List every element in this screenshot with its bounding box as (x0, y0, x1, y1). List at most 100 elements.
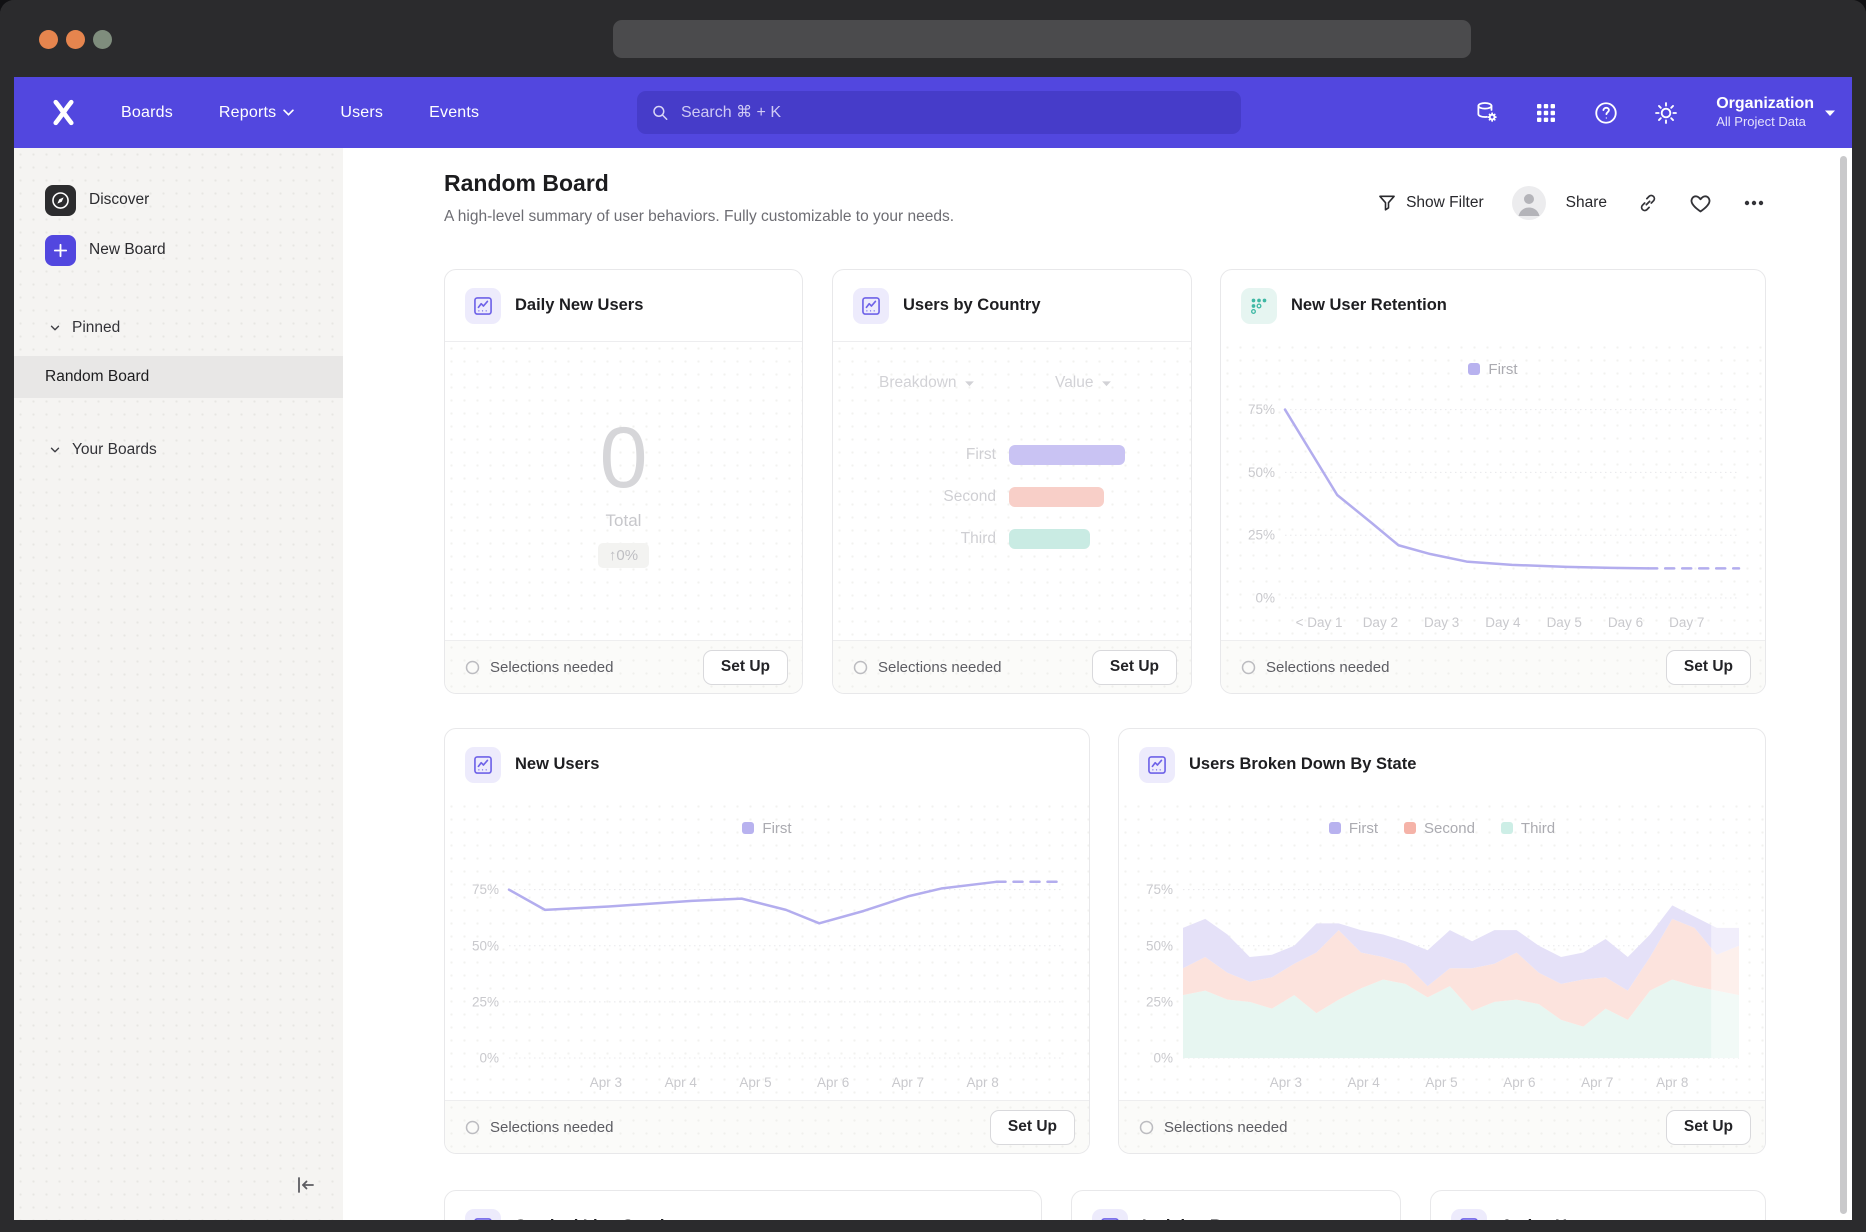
favorite-heart-icon[interactable] (1689, 192, 1712, 215)
traffic-light-zoom[interactable] (93, 30, 112, 49)
svg-text:75%: 75% (1248, 402, 1275, 417)
breakdown-dropdown[interactable]: Breakdown (879, 374, 975, 392)
chevron-down-icon (964, 380, 975, 387)
chevron-down-icon (1101, 380, 1112, 387)
nav-item-boards[interactable]: Boards (121, 104, 173, 122)
sidebar-item-discover[interactable]: Discover (45, 178, 343, 222)
sidebar-section-pinned[interactable]: Pinned (48, 308, 343, 348)
svg-text:< Day 1: < Day 1 (1296, 615, 1343, 630)
card-body: First75%50%25%0%< Day 1Day 2Day 3Day 4Da… (1221, 341, 1765, 640)
org-name: Organization (1716, 94, 1814, 114)
card-header: Users Broken Down By State (1119, 729, 1765, 800)
country-row: First (833, 434, 1191, 476)
card-body: First75%50%25%0%Apr 3Apr 4Apr 5Apr 6Apr … (445, 800, 1089, 1100)
card-header: Daily New Users (445, 270, 802, 342)
chevron-down-icon (283, 109, 294, 116)
traffic-light-minimize[interactable] (66, 30, 85, 49)
insights-chart-icon (465, 288, 501, 324)
compass-icon (45, 185, 76, 216)
svg-text:Apr 4: Apr 4 (1348, 1075, 1381, 1090)
window-frame-right (1852, 77, 1866, 1232)
svg-text:75%: 75% (1146, 882, 1173, 897)
country-breakdown-rows: FirstSecondThird (833, 434, 1191, 560)
svg-text:Day 3: Day 3 (1424, 615, 1459, 630)
card-users-by-state: Users Broken Down By State FirstSecondTh… (1118, 728, 1766, 1154)
svg-text:Apr 4: Apr 4 (665, 1075, 698, 1090)
insights-chart-icon (465, 747, 501, 783)
status-text: Selections needed (1266, 659, 1666, 676)
svg-text:Apr 3: Apr 3 (590, 1075, 622, 1090)
filter-funnel-icon (1377, 193, 1397, 213)
breakdown-bar (1009, 445, 1125, 465)
copy-link-icon[interactable] (1637, 192, 1659, 214)
card-new-users: New Users First75%50%25%0%Apr 3Apr 4Apr … (444, 728, 1090, 1154)
url-bar[interactable] (613, 20, 1471, 58)
card-footer: Selections needed Set Up (1221, 640, 1765, 693)
vertical-scrollbar[interactable] (1840, 156, 1847, 1214)
chevron-down-icon (48, 321, 62, 335)
metric-delta-badge: ↑0% (598, 543, 649, 568)
setup-button[interactable]: Set Up (1666, 1110, 1751, 1145)
svg-text:Day 7: Day 7 (1669, 615, 1704, 630)
svg-text:Day 2: Day 2 (1363, 615, 1398, 630)
setup-button[interactable]: Set Up (1092, 650, 1177, 685)
metric-label: Total (606, 511, 642, 531)
setup-button[interactable]: Set Up (1666, 650, 1751, 685)
person-icon (1512, 186, 1546, 220)
setup-button[interactable]: Set Up (703, 650, 788, 685)
sidebar-section-your-boards[interactable]: Your Boards (48, 430, 343, 470)
mixpanel-logo-icon[interactable] (50, 98, 77, 127)
state-breakdown-chart: FirstSecondThird75%50%25%0%Apr 3Apr 4Apr… (1119, 800, 1765, 1100)
help-icon[interactable] (1592, 99, 1620, 127)
sidebar-item-new-board[interactable]: New Board (45, 228, 343, 272)
svg-text:Apr 5: Apr 5 (1425, 1075, 1457, 1090)
card-footer: Selections needed Set Up (445, 640, 802, 693)
search-box[interactable] (637, 91, 1241, 134)
traffic-light-close[interactable] (39, 30, 58, 49)
sidebar-collapse-icon[interactable] (291, 1172, 317, 1198)
show-filter-button[interactable]: Show Filter (1377, 193, 1484, 213)
search-input[interactable] (679, 103, 1227, 123)
card-footer: Selections needed Set Up (445, 1100, 1089, 1153)
card-daily-new-users: Daily New Users 0 Total ↑0% Selections n… (444, 269, 803, 694)
insights-chart-icon (1139, 747, 1175, 783)
data-management-icon[interactable] (1472, 99, 1500, 127)
svg-text:50%: 50% (1146, 938, 1173, 953)
svg-text:Day 4: Day 4 (1485, 615, 1521, 630)
settings-gear-icon[interactable] (1652, 99, 1680, 127)
svg-text:Apr 3: Apr 3 (1270, 1075, 1302, 1090)
new-users-chart: First75%50%25%0%Apr 3Apr 4Apr 5Apr 6Apr … (445, 800, 1089, 1100)
window-frame-bottom (0, 1220, 1866, 1232)
more-options-icon[interactable] (1742, 191, 1766, 215)
avatar[interactable] (1512, 186, 1546, 220)
card-header: New Users (445, 729, 1089, 800)
nav-item-reports[interactable]: Reports (219, 104, 294, 122)
nav-right-actions: Organization All Project Data (1472, 77, 1836, 148)
chart-legend: First (455, 814, 1079, 842)
country-row: Second (833, 476, 1191, 518)
share-button[interactable]: Share (1566, 194, 1607, 212)
status-text: Selections needed (1164, 1119, 1666, 1136)
board-actions: Show Filter Share (1377, 186, 1766, 220)
status-text: Selections needed (878, 659, 1092, 676)
metric-value: 0 (600, 415, 648, 501)
nav-item-users[interactable]: Users (340, 104, 383, 122)
main-content: Random Board A high-level summary of use… (343, 148, 1852, 1220)
sidebar-item-random-board[interactable]: Random Board (14, 356, 343, 398)
org-switcher[interactable]: Organization All Project Data (1716, 94, 1836, 130)
status-circle-icon (853, 660, 868, 675)
search-icon (651, 103, 669, 122)
breakdown-bar (1009, 487, 1104, 507)
value-dropdown[interactable]: Value (1055, 374, 1112, 392)
card-new-user-retention: New User Retention First75%50%25%0%< Day… (1220, 269, 1766, 694)
breakdown-bar (1009, 529, 1090, 549)
retention-grid-icon (1241, 288, 1277, 324)
chevron-down-icon (1824, 109, 1836, 117)
svg-text:0%: 0% (1153, 1051, 1173, 1066)
setup-button[interactable]: Set Up (990, 1110, 1075, 1145)
apps-grid-icon[interactable] (1532, 99, 1560, 127)
card-header: Users by Country (833, 270, 1191, 342)
insights-chart-icon (853, 288, 889, 324)
nav-item-events[interactable]: Events (429, 104, 479, 122)
window-titlebar (0, 0, 1866, 77)
